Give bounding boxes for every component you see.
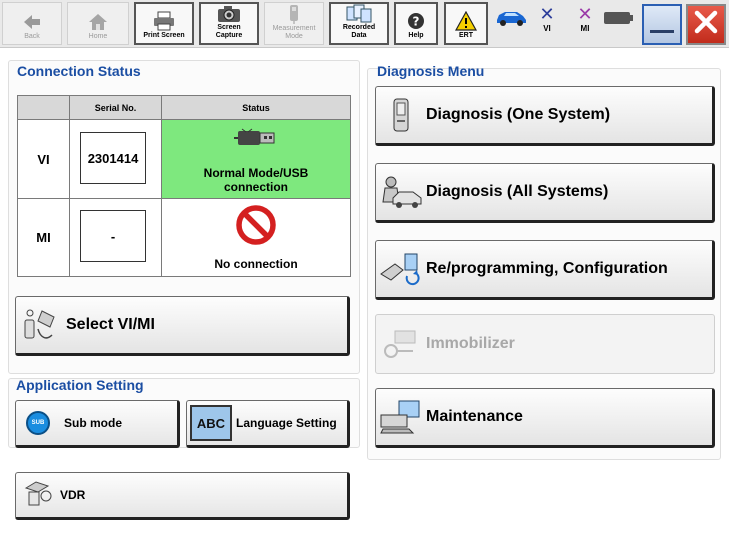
vi-serial-value: 2301414	[80, 132, 146, 184]
vdr-label: VDR	[60, 488, 86, 502]
reprogramming-label: Re/programming, Configuration	[426, 260, 668, 277]
mechanic-car-icon	[376, 174, 426, 210]
screen-capture-button[interactable]: Screen Capture	[199, 2, 259, 45]
language-setting-button[interactable]: ABC Language Setting	[186, 400, 350, 448]
printer-icon	[151, 10, 177, 32]
table-header-blank	[18, 96, 70, 120]
close-button[interactable]	[686, 4, 726, 45]
sub-mode-icon-text: SUB	[31, 420, 45, 426]
sub-mode-label: Sub mode	[64, 416, 123, 430]
application-setting-title: Application Setting	[16, 377, 144, 393]
help-label: Help	[408, 32, 424, 39]
vi-status-cell: Normal Mode/USB connection	[162, 120, 350, 199]
measurement-icon	[281, 3, 307, 25]
sub-mode-icon: SUB	[26, 411, 50, 435]
maintenance-button[interactable]: Maintenance	[375, 388, 715, 448]
mi-serial-cell: -	[70, 199, 162, 276]
minimize-icon	[650, 30, 674, 33]
help-icon: ?	[403, 10, 429, 32]
usb-icon	[234, 128, 280, 153]
vdr-icon	[24, 478, 54, 513]
select-vi-mi-label: Select VI/MI	[66, 316, 155, 333]
home-label: Home	[88, 33, 108, 40]
diagnosis-all-systems-label: Diagnosis (All Systems)	[426, 183, 609, 200]
diagnosis-one-system-button[interactable]: Diagnosis (One System)	[375, 86, 715, 146]
close-icon	[693, 9, 719, 40]
print-screen-button[interactable]: Print Screen	[134, 2, 194, 45]
back-arrow-icon	[19, 11, 45, 33]
recorded-data-label-1: Recorded	[342, 24, 376, 31]
mi-row-label: MI	[18, 199, 70, 276]
toolbar: Back Home Print Screen Screen Capture Me…	[0, 0, 729, 48]
mi-status-cell: No connection	[162, 199, 350, 276]
language-setting-label: Language Setting	[236, 416, 337, 430]
measurement-mode-label-1: Measurement	[272, 25, 316, 32]
warning-icon	[453, 10, 479, 32]
no-connection-icon	[234, 203, 278, 252]
vi-status-label: VI	[543, 24, 551, 33]
minimize-button[interactable]	[642, 4, 682, 45]
mi-disconnected-icon: ✕	[577, 4, 593, 24]
battery-icon	[604, 11, 634, 30]
recorded-data-icon	[346, 4, 372, 24]
mi-status-label: MI	[580, 24, 590, 33]
select-vi-mi-button[interactable]: Select VI/MI	[15, 296, 350, 356]
vi-status-line-2: connection	[223, 180, 288, 194]
vdr-button[interactable]: VDR	[15, 472, 350, 520]
home-button[interactable]: Home	[67, 2, 129, 45]
back-label: Back	[24, 33, 40, 40]
diagnosis-one-system-label: Diagnosis (One System)	[426, 106, 611, 123]
immobilizer-key-icon	[376, 329, 426, 359]
abc-icon-text: ABC	[196, 415, 226, 431]
recorded-data-button[interactable]: Recorded Data	[329, 2, 389, 45]
measurement-mode-label-2: Mode	[285, 33, 303, 40]
abc-icon: ABC	[190, 405, 232, 441]
immobilizer-label: Immobilizer	[426, 335, 515, 352]
back-button[interactable]: Back	[2, 2, 62, 45]
measurement-mode-button[interactable]: Measurement Mode	[264, 2, 324, 45]
recorded-data-label-2: Data	[351, 32, 367, 39]
mi-status-text: No connection	[214, 257, 298, 271]
maintenance-icon	[376, 399, 426, 435]
maintenance-label: Maintenance	[426, 408, 523, 425]
select-vi-mi-icon	[16, 307, 66, 343]
diagnosis-all-systems-button[interactable]: Diagnosis (All Systems)	[375, 163, 715, 223]
vi-status-line-1: Normal Mode/USB	[203, 166, 309, 180]
screen-capture-label-2: Capture	[215, 32, 243, 39]
screen-capture-label-1: Screen	[217, 24, 241, 31]
svg-text:?: ?	[413, 15, 420, 29]
mi-serial-value: -	[80, 210, 146, 262]
vi-disconnected-icon: ✕	[539, 4, 555, 24]
reprogramming-icon	[376, 252, 426, 286]
connection-table: Serial No. Status VI 2301414 Normal Mode…	[17, 95, 351, 277]
vi-row-label: VI	[18, 120, 70, 199]
mi-status: ✕ MI	[572, 4, 598, 44]
home-icon	[85, 11, 111, 33]
print-screen-label: Print Screen	[143, 32, 185, 39]
vehicle-status	[494, 4, 528, 44]
table-header-serial: Serial No.	[70, 96, 162, 120]
table-header-status: Status	[162, 96, 350, 120]
battery-status	[603, 4, 635, 44]
vi-serial-cell: 2301414	[70, 120, 162, 199]
camera-icon	[216, 4, 242, 24]
help-button[interactable]: ? Help	[394, 2, 438, 45]
reprogramming-button[interactable]: Re/programming, Configuration	[375, 240, 715, 300]
diagnosis-menu-title: Diagnosis Menu	[377, 63, 485, 79]
immobilizer-button[interactable]: Immobilizer	[375, 314, 715, 374]
ert-label: ERT	[459, 32, 473, 39]
vi-status: ✕ VI	[534, 4, 560, 44]
car-icon	[495, 8, 527, 31]
handheld-device-icon	[376, 98, 426, 132]
connection-status-title: Connection Status	[17, 63, 141, 79]
ert-button[interactable]: ERT	[444, 2, 488, 45]
sub-mode-button[interactable]: SUB Sub mode	[15, 400, 180, 448]
